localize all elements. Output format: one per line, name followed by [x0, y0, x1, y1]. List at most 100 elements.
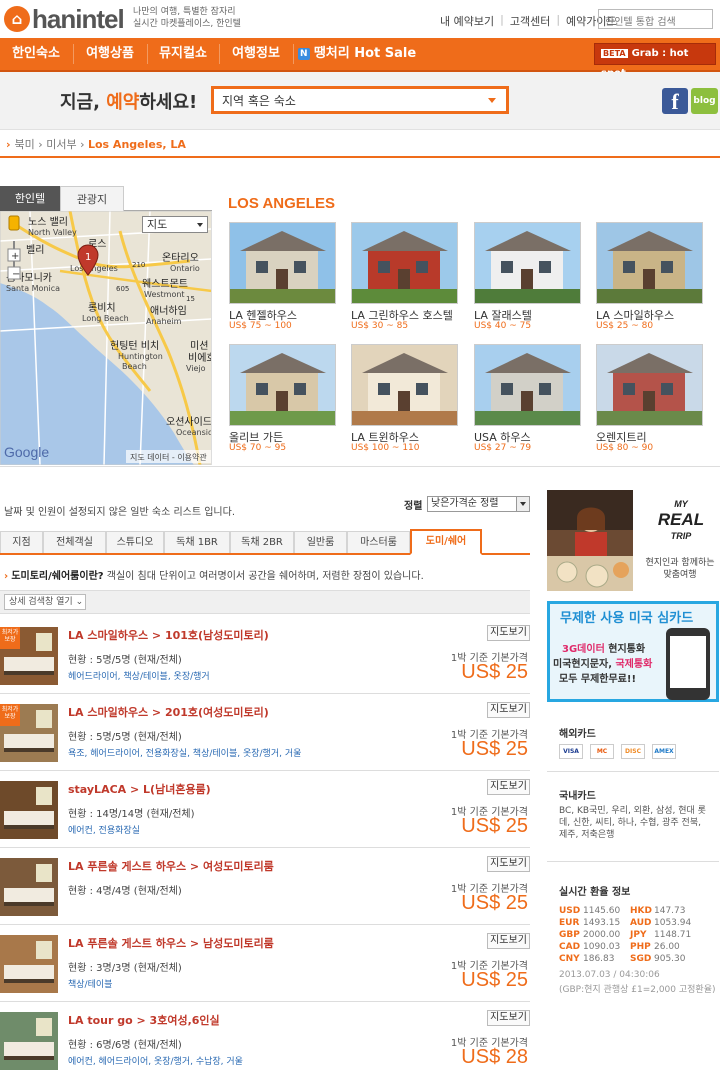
divider: [547, 861, 719, 862]
tab-hanintel[interactable]: 한인텔: [0, 186, 60, 211]
breadcrumb-item[interactable]: 미서부: [46, 138, 76, 151]
view-map-button[interactable]: 지도보기: [487, 625, 530, 641]
room-occupancy: 현황 : 14명/14명 (현재/전체): [68, 809, 195, 820]
hotel-thumbnail[interactable]: [351, 222, 458, 304]
map-label: 애너하임: [150, 304, 187, 317]
room-photo[interactable]: 최저가 보장: [0, 704, 58, 762]
fx-rate: SGD 905.30: [630, 954, 686, 964]
divider: [0, 156, 720, 158]
map-label: 벨리: [26, 244, 44, 256]
city-title: LOS ANGELES: [228, 195, 335, 212]
tab-2br[interactable]: 독채 2BR: [230, 531, 294, 553]
room-price: US$ 25: [461, 892, 528, 914]
map-label: Huntington: [118, 352, 163, 361]
nav-item-musical[interactable]: 뮤지컬쇼: [148, 38, 218, 70]
sim-ad-text: 현지통화: [604, 644, 646, 655]
room-photo[interactable]: [0, 1012, 58, 1070]
map-label: 605: [116, 285, 129, 293]
sort-value: 낮은가격순 정렬: [431, 498, 499, 509]
booking-title-highlight: 예약: [106, 92, 140, 113]
zoom-control[interactable]: + −: [7, 215, 21, 281]
map-label: Anaheim: [146, 317, 182, 326]
customer-center-link[interactable]: 고객센터: [510, 13, 550, 29]
promo-photo: [547, 490, 633, 591]
logo-line: TRIP: [670, 531, 692, 541]
hotel-thumbnail[interactable]: [351, 344, 458, 426]
tagline-line: 실시간 마켓플레이스, 한인텔: [133, 19, 241, 29]
nav-item-travel-info[interactable]: 여행정보: [220, 38, 292, 70]
hotel-thumbnail[interactable]: [229, 222, 336, 304]
room-amenities: 에어컨, 전용화장실: [68, 826, 140, 836]
room-photo[interactable]: [0, 781, 58, 839]
room-title-link[interactable]: LA tour go > 3호여성,6인실: [68, 1012, 220, 1028]
grab-hotspot-button[interactable]: BETAGrab : hot spot: [594, 43, 716, 79]
hotel-thumbnail[interactable]: [474, 344, 581, 426]
room-title-link[interactable]: stayLACA > L(남녀혼용룸): [68, 781, 211, 797]
hotel-thumbnail[interactable]: [596, 344, 703, 426]
site-search-input[interactable]: 한인텔 통합 검색: [598, 9, 713, 29]
hotel-price-range: US$ 40 ~ 75: [474, 321, 532, 331]
site-logo[interactable]: ⌂ hanintel: [4, 4, 125, 34]
myreal-trip-photo[interactable]: [547, 490, 633, 591]
booking-title-part: 지금,: [60, 92, 107, 113]
tab-master-room[interactable]: 마스터룸: [347, 531, 410, 553]
blog-icon[interactable]: blog: [691, 88, 718, 114]
breadcrumb-item[interactable]: 북미: [15, 138, 35, 151]
hotel-thumbnail[interactable]: [596, 222, 703, 304]
nav-item-lodging[interactable]: 한인숙소: [0, 38, 72, 70]
tab-branch[interactable]: 지점: [0, 531, 43, 553]
myreal-trip-logo[interactable]: MY REAL TRIP: [646, 497, 716, 543]
nav-item-hot-sale[interactable]: N 땡처리 Hot Sale: [296, 38, 418, 70]
view-map-button[interactable]: 지도보기: [487, 1010, 530, 1026]
map-attribution-link[interactable]: 지도 데이터 - 이용약관: [130, 452, 207, 462]
open-detail-search-button[interactable]: 상세 검색창 열기 ⌄: [4, 594, 86, 610]
room-title-link[interactable]: LA 푸른솔 게스트 하우스 > 남성도미토리룸: [68, 935, 274, 951]
map-type-select[interactable]: 지도: [142, 216, 208, 233]
room-title-link[interactable]: LA 스마일하우스 > 201호(여성도미토리): [68, 704, 269, 720]
hotel-price-range: US$ 75 ~ 100: [229, 321, 292, 331]
chevron-right-icon: ›: [80, 138, 85, 151]
fx-timestamp: 2013.07.03 / 04:30:06: [559, 970, 660, 980]
room-photo[interactable]: [0, 858, 58, 916]
tab-dorm-share[interactable]: 도미/쉐어: [410, 529, 482, 555]
view-map-button[interactable]: 지도보기: [487, 702, 530, 718]
nav-item-tours[interactable]: 여행상품: [74, 38, 146, 70]
map-tabs: 한인텔 관광지: [0, 186, 212, 211]
facebook-icon[interactable]: f: [662, 88, 688, 114]
view-map-button[interactable]: 지도보기: [487, 856, 530, 872]
fx-rate: GBP 2000.00: [559, 930, 621, 940]
map-label: 미션: [190, 340, 208, 352]
sim-ad-highlight: 3G데이터: [562, 644, 605, 655]
hotel-thumbnail[interactable]: [474, 222, 581, 304]
fx-rate: JPY 1148.71: [630, 930, 692, 940]
tab-studio[interactable]: 스튜디오: [106, 531, 164, 553]
my-reservation-link[interactable]: 내 예약보기: [440, 13, 494, 29]
fx-rate: AUD 1053.94: [630, 918, 692, 928]
tab-1br[interactable]: 독채 1BR: [164, 531, 230, 553]
list-note: 날짜 및 인원이 설정되지 않은 일반 숙소 리스트 입니다.: [4, 507, 236, 518]
tab-attractions[interactable]: 관광지: [60, 186, 124, 211]
tab-all-rooms[interactable]: 전체객실: [43, 531, 106, 553]
hotel-thumbnail[interactable]: [229, 344, 336, 426]
view-map-button[interactable]: 지도보기: [487, 933, 530, 949]
room-photo[interactable]: 최저가 보장: [0, 627, 58, 685]
map-label: 15: [186, 295, 195, 303]
sort-label: 정렬: [404, 501, 423, 512]
map-label: 온타리오: [162, 252, 199, 264]
map-view[interactable]: 노스 밸리 North Valley 로스 벨리 산타모니카 Santa Mon…: [0, 211, 212, 465]
subtitle-line: 현지인과 함께하는: [645, 558, 715, 568]
dorm-explanation: › 도미토리/쉐어룸이란? 객실이 침대 단위이고 여러명이서 공간을 쉐어하며…: [4, 567, 424, 582]
sim-ad-line: 3G데이터 현지통화: [562, 640, 645, 655]
sort-select[interactable]: 낮은가격순 정렬: [427, 496, 530, 512]
room-title-link[interactable]: LA 스마일하우스 > 101호(남성도미토리): [68, 627, 269, 643]
phone-icon: [666, 628, 710, 700]
fx-note: (GBP:현지 관행상 £1=2,000 고정환율): [559, 985, 716, 995]
booking-title-part: 하세요!: [139, 92, 198, 113]
destination-select[interactable]: 지역 혹은 숙소: [211, 86, 509, 114]
tab-standard-room[interactable]: 일반룸: [294, 531, 347, 553]
dorm-answer: 객실이 침대 단위이고 여러명이서 공간을 쉐어하며, 저렴한 장점이 있습니다…: [103, 571, 424, 582]
room-photo[interactable]: [0, 935, 58, 993]
view-map-button[interactable]: 지도보기: [487, 779, 530, 795]
room-title-link[interactable]: LA 푸른솔 게스트 하우스 > 여성도미토리룸: [68, 858, 274, 874]
sim-ad-text: 모두 무제한무료!!: [559, 674, 637, 685]
